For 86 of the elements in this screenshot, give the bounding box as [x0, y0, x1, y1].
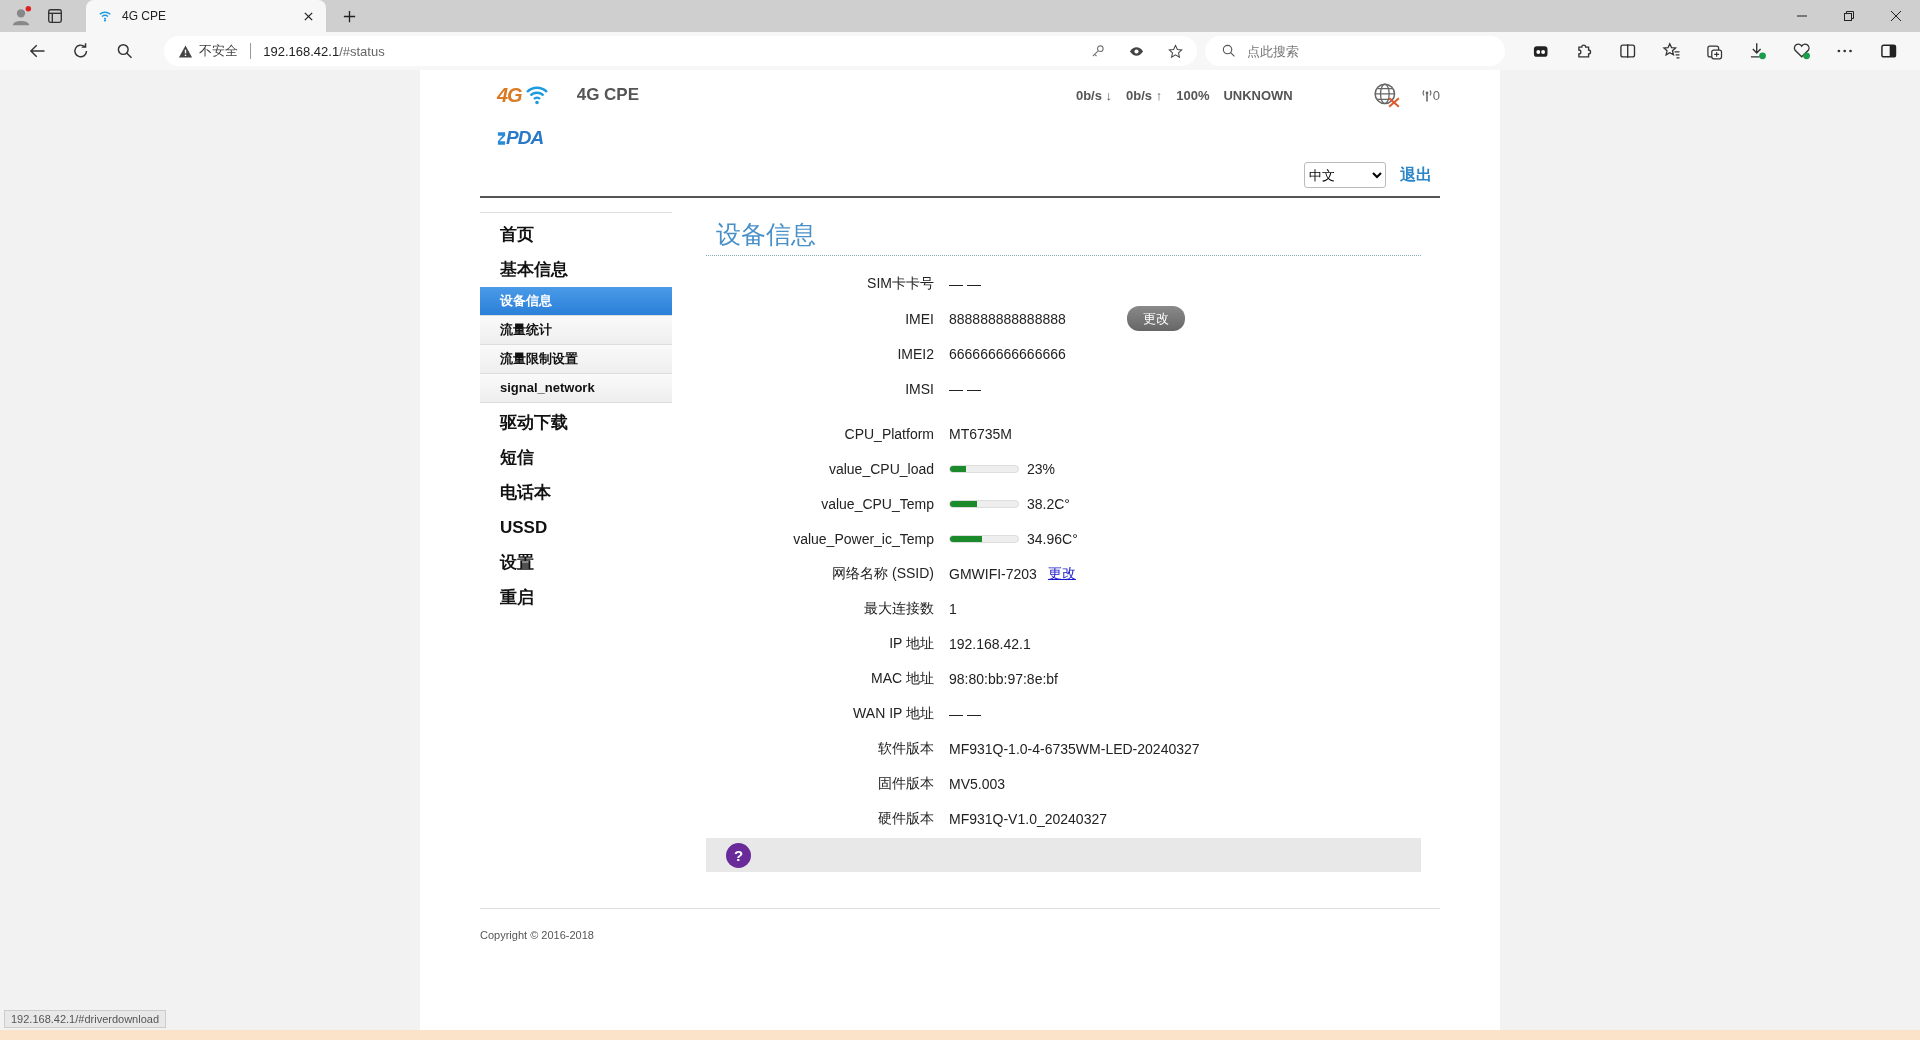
wifi-icon: [524, 85, 549, 105]
download-rate: 0b/s ↓: [1075, 87, 1113, 103]
field-label: value_CPU_load: [827, 460, 934, 477]
field-label: 最大连接数: [863, 599, 934, 618]
menu-item[interactable]: 电话本: [480, 475, 672, 510]
network-status: UNKNOWN: [1223, 87, 1293, 103]
field-label: value_Power_ic_Temp: [792, 530, 934, 547]
field-label: value_CPU_Temp: [820, 495, 934, 512]
tab-title: 4G CPE: [122, 9, 167, 23]
security-label[interactable]: 不安全: [199, 42, 239, 60]
field-label: 固件版本: [877, 774, 934, 793]
globe-disconnected-icon: [1372, 82, 1401, 108]
menu-item[interactable]: USSD: [480, 510, 672, 545]
submenu-item[interactable]: signal_network: [480, 374, 672, 403]
field-label: 软件版本: [877, 739, 934, 758]
help-button[interactable]: ?: [726, 842, 751, 868]
submenu-item[interactable]: 流量限制设置: [480, 345, 672, 374]
product-name: 4G CPE: [576, 85, 640, 105]
field-label: 硬件版本: [877, 809, 934, 828]
field-value: 23%: [1027, 460, 1056, 477]
brand-mark-icon: [497, 129, 506, 147]
logout-link[interactable]: 退出: [1400, 164, 1432, 186]
submenu-item[interactable]: 设备信息: [480, 287, 672, 316]
field-value: 192.168.42.1: [949, 635, 1031, 652]
favorites-icon[interactable]: [1661, 41, 1681, 61]
field-value: MT6735M: [949, 425, 1013, 442]
field-value: — —: [949, 380, 981, 397]
brand-logo: PDA: [506, 127, 544, 149]
battery-level: 100%: [1176, 87, 1210, 103]
field-value: GMWIFI-7203: [949, 565, 1037, 582]
field-label: CPU_Platform: [843, 425, 934, 442]
close-icon[interactable]: [1890, 10, 1902, 22]
field-label: IMSI: [904, 380, 934, 397]
warning-icon: [178, 43, 194, 59]
field-value: MV5.003: [949, 775, 1006, 792]
menu-item[interactable]: 短信: [480, 440, 672, 475]
key-icon[interactable]: [1090, 43, 1106, 59]
sidebar-icon[interactable]: [1878, 41, 1898, 61]
submenu-item[interactable]: 流量统计: [480, 316, 672, 345]
search-field[interactable]: 点此搜索: [1205, 36, 1506, 66]
menu-item[interactable]: 设置: [480, 545, 672, 580]
heart-pulse-icon[interactable]: [1791, 41, 1812, 61]
page-title: 设备信息: [706, 212, 1421, 256]
field-label: MAC 地址: [870, 669, 934, 688]
menu-item[interactable]: 首页: [480, 217, 672, 252]
logo-text: 4G: [497, 83, 522, 107]
star-icon[interactable]: [1168, 43, 1184, 59]
menu-item[interactable]: 驱动下载: [480, 405, 672, 440]
field-value: 888888888888888: [949, 310, 1067, 327]
browser-tab[interactable]: 4G CPE: [86, 0, 326, 32]
split-screen-icon[interactable]: [1618, 41, 1638, 61]
copyright-text: Copyright © 2016-2018: [480, 929, 594, 941]
address-bar[interactable]: 不安全 192.168.42.1/#status: [164, 36, 1198, 66]
restore-icon[interactable]: [1843, 10, 1855, 22]
new-tab-icon[interactable]: [342, 8, 357, 24]
field-value: 1: [949, 600, 957, 617]
download-icon[interactable]: [1748, 41, 1768, 61]
language-select[interactable]: 中文: [1304, 162, 1386, 188]
field-value: 34.96C°: [1027, 530, 1078, 547]
field-label: IMEI2: [896, 345, 934, 362]
upload-rate: 0b/s ↑: [1126, 87, 1163, 103]
field-value: MF931Q-1.0-4-6735WM-LED-20240327: [949, 740, 1200, 757]
field-value: 666666666666666: [949, 345, 1066, 362]
tab-actions-icon[interactable]: [46, 7, 64, 25]
field-label: IP 地址: [888, 634, 934, 653]
field-value: — —: [949, 705, 981, 722]
menu-item[interactable]: 重启: [480, 580, 672, 615]
search-icon: [1221, 43, 1237, 58]
signal-count: 0: [1432, 87, 1440, 103]
field-label: SIM卡卡号: [866, 274, 934, 293]
change-button[interactable]: 更改: [1127, 306, 1185, 331]
field-value: 38.2C°: [1027, 495, 1070, 512]
change-link[interactable]: 更改: [1047, 564, 1076, 583]
profile-icon[interactable]: [10, 5, 32, 27]
antenna-icon: [1420, 87, 1433, 103]
field-label: IMEI: [904, 310, 934, 327]
close-icon[interactable]: [303, 10, 314, 22]
field-label: WAN IP 地址: [852, 704, 934, 723]
status-url: 192.168.42.1/#driverdownload: [4, 1010, 166, 1028]
menu-item[interactable]: 基本信息: [480, 252, 672, 287]
field-label: 网络名称 (SSID): [831, 564, 934, 583]
field-value: MF931Q-V1.0_20240327: [949, 810, 1107, 827]
field-value: — —: [949, 275, 981, 292]
url-text: 192.168.42.1/#status: [263, 43, 385, 59]
field-value: 98:80:bb:97:8e:bf: [949, 670, 1058, 687]
wifi-icon: [98, 9, 112, 23]
